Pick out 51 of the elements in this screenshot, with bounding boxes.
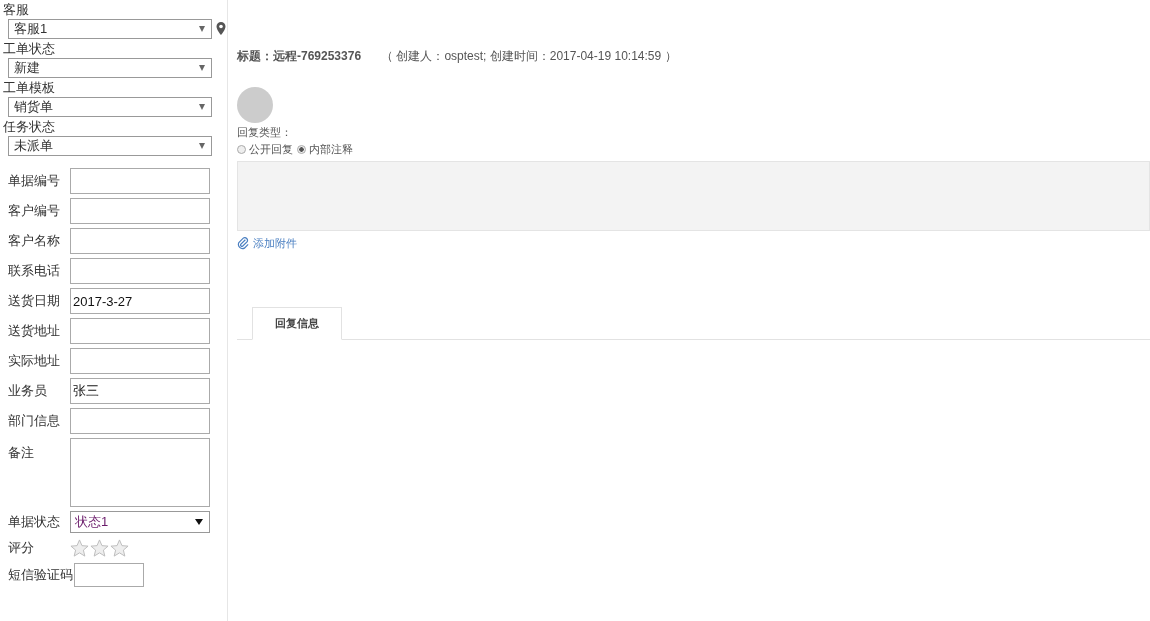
caret-icon bbox=[199, 104, 205, 110]
radio-option[interactable]: 内部注释 bbox=[297, 142, 353, 157]
field-label: 评分 bbox=[8, 539, 35, 557]
field-label: 工单模板 bbox=[3, 79, 56, 97]
field-label: 客户名称 bbox=[8, 232, 61, 250]
input-field[interactable] bbox=[70, 408, 210, 434]
field-label: 送货地址 bbox=[8, 322, 61, 340]
star-icon[interactable] bbox=[90, 538, 109, 558]
input-field[interactable] bbox=[70, 348, 210, 374]
input-field[interactable]: 张三 bbox=[70, 378, 210, 404]
input-field[interactable] bbox=[70, 168, 210, 194]
field-label: 客服 bbox=[3, 1, 30, 19]
star-icon[interactable] bbox=[110, 538, 129, 558]
field-label: 工单状态 bbox=[3, 40, 56, 58]
field-label: 单据编号 bbox=[8, 172, 61, 190]
field-label: 送货日期 bbox=[8, 292, 61, 310]
dropdown[interactable]: 未派单 bbox=[8, 136, 212, 156]
dropdown[interactable]: 新建 bbox=[8, 58, 212, 78]
tab[interactable]: 回复信息 bbox=[252, 307, 342, 340]
radio-option[interactable]: 公开回复 bbox=[237, 142, 293, 157]
ticket-meta: （ 创建人：osptest; 创建时间：2017-04-19 10:14:59 ） bbox=[381, 48, 677, 65]
add-attachment-link[interactable]: 添加附件 bbox=[237, 236, 297, 251]
field-label: 实际地址 bbox=[8, 352, 61, 370]
field-label: 任务状态 bbox=[3, 118, 56, 136]
dropdown[interactable]: 状态1 bbox=[70, 511, 210, 533]
ticket-title: 标题：远程-769253376 bbox=[237, 48, 362, 65]
dropdown[interactable]: 客服1 bbox=[8, 19, 212, 39]
caret-icon bbox=[199, 143, 205, 149]
field-label: 短信验证码 bbox=[8, 566, 73, 584]
avatar-icon bbox=[237, 87, 273, 123]
field-label: 客户编号 bbox=[8, 202, 61, 220]
caret-icon bbox=[199, 65, 205, 71]
caret-icon bbox=[199, 26, 205, 32]
field-label: 业务员 bbox=[8, 382, 48, 400]
input-field[interactable] bbox=[70, 198, 210, 224]
input-field[interactable] bbox=[74, 563, 144, 587]
field-label: 部门信息 bbox=[8, 412, 61, 430]
star-icon[interactable] bbox=[70, 538, 89, 558]
field-label: 单据状态 bbox=[8, 513, 61, 531]
field-label: 联系电话 bbox=[8, 262, 61, 280]
input-field[interactable] bbox=[70, 228, 210, 254]
dropdown[interactable]: 销货单 bbox=[8, 97, 212, 117]
field-label: 备注 bbox=[8, 444, 35, 462]
text-area[interactable] bbox=[70, 438, 210, 507]
reply-type-label: 回复类型： bbox=[237, 125, 292, 140]
input-field[interactable] bbox=[70, 318, 210, 344]
map-pin-icon[interactable] bbox=[215, 21, 227, 37]
paperclip-icon bbox=[237, 237, 250, 250]
input-field[interactable]: 2017-3-27 bbox=[70, 288, 210, 314]
caret-icon bbox=[195, 519, 203, 525]
input-field[interactable] bbox=[70, 258, 210, 284]
